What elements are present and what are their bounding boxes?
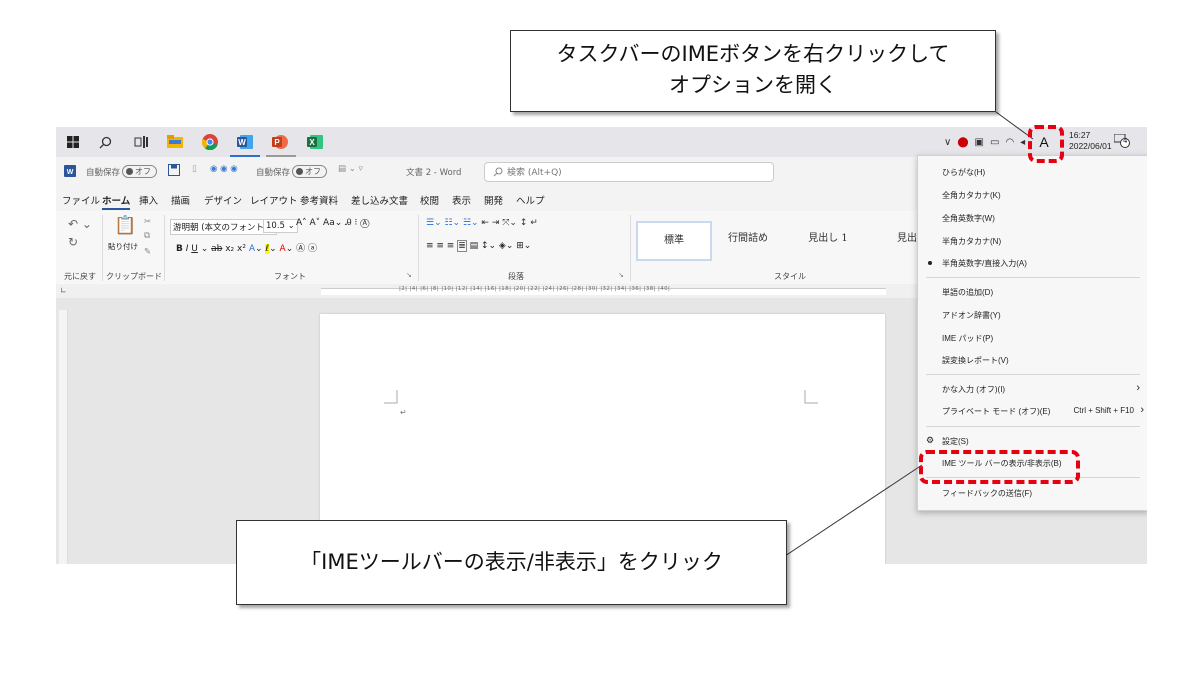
top-callout-line2: オプションを開く [669,73,837,97]
top-callout-line1: タスクバーのIMEボタンを右クリックして [556,42,950,66]
top-callout: タスクバーのIMEボタンを右クリックして オプションを開く [510,30,996,112]
bottom-callout: 「IMEツールバーの表示/非表示」をクリック [236,520,787,605]
menu-item-highlight [919,450,1080,484]
ime-button-highlight [1028,125,1064,163]
